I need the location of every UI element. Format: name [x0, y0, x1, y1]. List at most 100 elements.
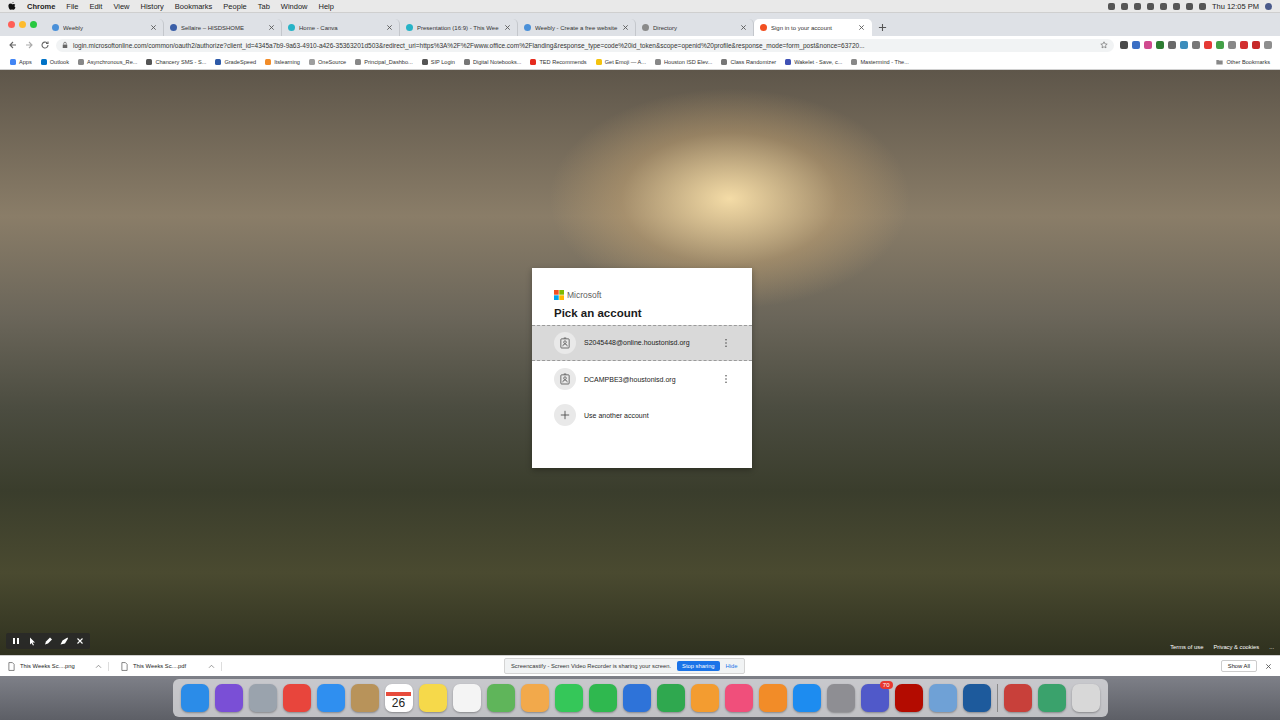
menu-item[interactable]: File — [66, 2, 78, 11]
extension-icon[interactable] — [1156, 41, 1164, 49]
bookmark[interactable]: Itslearning — [265, 59, 300, 65]
show-all-button[interactable]: Show All — [1221, 660, 1257, 672]
app-menu[interactable]: Chrome — [27, 2, 55, 11]
dock-app-icon[interactable] — [929, 684, 957, 712]
dock-app-icon[interactable] — [215, 684, 243, 712]
extension-icon[interactable] — [1192, 41, 1200, 49]
browser-tab[interactable]: Home - Canva — [282, 19, 400, 36]
dock-app-icon[interactable] — [827, 684, 855, 712]
dock-app-icon[interactable] — [249, 684, 277, 712]
caret-icon[interactable] — [95, 664, 102, 669]
more-options-icon[interactable] — [724, 374, 728, 384]
close-tab-icon[interactable] — [504, 24, 511, 31]
extension-icon[interactable] — [1264, 41, 1272, 49]
close-tab-icon[interactable] — [386, 24, 393, 31]
extension-icon[interactable] — [1180, 41, 1188, 49]
bookmark[interactable]: Class Randomizer — [721, 59, 776, 65]
close-tab-icon[interactable] — [858, 24, 865, 31]
new-tab-icon[interactable] — [878, 23, 887, 32]
dock-app-icon[interactable]: 70 — [861, 684, 889, 712]
apple-icon[interactable] — [8, 1, 16, 11]
browser-tab[interactable]: Sellaire – HISDSHOME — [164, 19, 282, 36]
dock-app-icon[interactable] — [351, 684, 379, 712]
download-item[interactable]: This Weeks Sc....png — [8, 662, 109, 671]
more-options-icon[interactable] — [724, 338, 728, 348]
lock-icon[interactable] — [62, 41, 68, 49]
bookmark[interactable]: Principal_Dashbo... — [355, 59, 413, 65]
dock-app-icon[interactable] — [691, 684, 719, 712]
extension-icon[interactable] — [1240, 41, 1248, 49]
account-row[interactable]: S2045448@online.houstonisd.org — [532, 325, 752, 361]
bookmark[interactable]: Houston ISD Elev... — [655, 59, 712, 65]
extension-icon[interactable] — [1144, 41, 1152, 49]
dock-app-icon[interactable] — [521, 684, 549, 712]
forward-icon[interactable] — [24, 40, 34, 50]
extension-icon[interactable] — [1204, 41, 1212, 49]
other-bookmarks[interactable]: Other Bookmarks — [1216, 59, 1270, 65]
browser-tab[interactable]: Weebly - Create a free website — [518, 19, 636, 36]
dock-app-icon[interactable] — [657, 684, 685, 712]
status-icon[interactable] — [1147, 3, 1154, 10]
close-tab-icon[interactable] — [740, 24, 747, 31]
menu-item[interactable]: Window — [281, 2, 308, 11]
status-icon[interactable] — [1108, 3, 1115, 10]
dock-app-icon[interactable] — [555, 684, 583, 712]
dock-stack-icon[interactable] — [1038, 684, 1066, 712]
close-tab-icon[interactable] — [622, 24, 629, 31]
dock-app-icon[interactable] — [963, 684, 991, 712]
pause-icon[interactable] — [11, 636, 21, 646]
footer-link[interactable]: Terms of use — [1170, 644, 1203, 650]
user-icon[interactable] — [1265, 3, 1272, 10]
dock-app-icon[interactable] — [283, 684, 311, 712]
extension-icon[interactable] — [1120, 41, 1128, 49]
dock-app-icon[interactable] — [793, 684, 821, 712]
bookmark[interactable]: Outlook — [41, 59, 69, 65]
dock-app-icon[interactable] — [725, 684, 753, 712]
close-tab-icon[interactable] — [268, 24, 275, 31]
extension-icon[interactable] — [1132, 41, 1140, 49]
bookmark[interactable]: Asynchronous_Re... — [78, 59, 137, 65]
close-shelf-icon[interactable] — [1265, 663, 1272, 670]
minimize-icon[interactable] — [19, 21, 26, 28]
browser-tab[interactable]: Directory — [636, 19, 754, 36]
caret-icon[interactable] — [208, 664, 215, 669]
clock[interactable]: Thu 12:05 PM — [1212, 2, 1259, 11]
status-icon[interactable] — [1134, 3, 1141, 10]
stop-sharing-button[interactable]: Stop sharing — [677, 661, 720, 671]
close-toolbar-icon[interactable] — [75, 636, 85, 646]
dock-app-icon[interactable] — [759, 684, 787, 712]
footer-link[interactable]: ... — [1269, 644, 1274, 650]
dock-app-icon[interactable]: 26 — [385, 684, 413, 712]
bookmark[interactable]: Chancery SMS - S... — [146, 59, 206, 65]
bookmark[interactable]: OneSource — [309, 59, 346, 65]
bookmark[interactable]: Apps — [10, 59, 32, 65]
extension-icon[interactable] — [1252, 41, 1260, 49]
dock-stack-icon[interactable] — [1072, 684, 1100, 712]
bookmark[interactable]: SIP Login — [422, 59, 455, 65]
browser-tab[interactable]: Sign in to your account — [754, 19, 872, 36]
menu-item[interactable]: Tab — [258, 2, 270, 11]
status-icon[interactable] — [1160, 3, 1167, 10]
highlighter-icon[interactable] — [59, 636, 69, 646]
dock-app-icon[interactable] — [181, 684, 209, 712]
menu-item[interactable]: People — [223, 2, 246, 11]
bookmark[interactable]: Mastermind - The... — [851, 59, 908, 65]
status-icon[interactable] — [1173, 3, 1180, 10]
extension-icon[interactable] — [1168, 41, 1176, 49]
reload-icon[interactable] — [40, 40, 50, 50]
menu-item[interactable]: Help — [319, 2, 334, 11]
zoom-icon[interactable] — [30, 21, 37, 28]
dock-app-icon[interactable] — [419, 684, 447, 712]
bookmark[interactable]: Wakelet - Save, c... — [785, 59, 842, 65]
menu-item[interactable]: View — [113, 2, 129, 11]
bookmark[interactable]: Digital Notebooks... — [464, 59, 522, 65]
address-bar[interactable]: login.microsoftonline.com/common/oauth2/… — [56, 39, 1114, 52]
dock-app-icon[interactable] — [453, 684, 481, 712]
browser-tab[interactable]: Presentation (16:9) - This Wee — [400, 19, 518, 36]
dock-app-icon[interactable] — [623, 684, 651, 712]
dock-stack-icon[interactable] — [1004, 684, 1032, 712]
dock-app-icon[interactable] — [589, 684, 617, 712]
dock-app-icon[interactable] — [317, 684, 345, 712]
browser-tab[interactable]: Weebly — [46, 19, 164, 36]
status-icon[interactable] — [1121, 3, 1128, 10]
